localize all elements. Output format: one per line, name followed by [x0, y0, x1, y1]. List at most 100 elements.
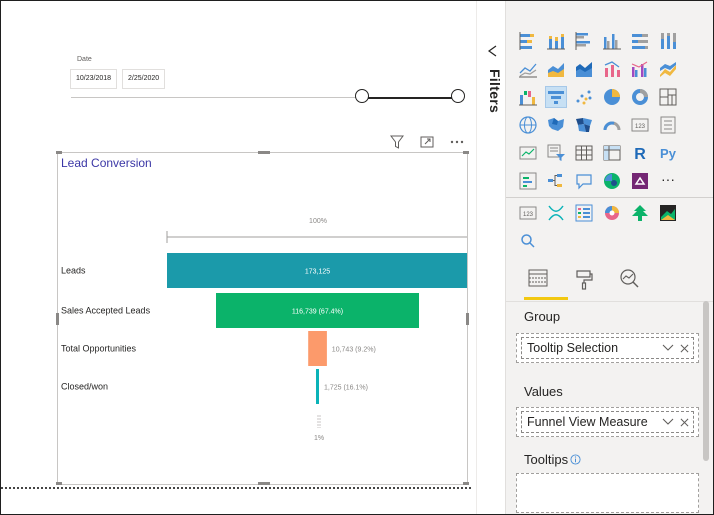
custom-card-icon[interactable]: 123 [518, 203, 538, 223]
100-stacked-bar-icon[interactable] [630, 31, 650, 51]
power-apps-icon[interactable] [630, 171, 650, 191]
custom-layer-icon[interactable] [658, 203, 678, 223]
date-slider-range [362, 97, 459, 99]
custom-network-icon[interactable] [546, 203, 566, 223]
group-well[interactable]: Tooltip Selection [516, 333, 699, 363]
multi-row-card-icon[interactable] [658, 115, 678, 135]
group-field-pill[interactable]: Tooltip Selection [521, 337, 694, 359]
close-icon[interactable] [680, 344, 689, 353]
chevron-left-icon[interactable] [486, 45, 498, 57]
app-window: Date 10/23/2018 2/25/2020 Lead Conversio… [0, 0, 714, 515]
page-boundary-line [1, 487, 471, 489]
resize-handle-bottom-right[interactable] [463, 482, 469, 485]
key-influencers-icon[interactable] [518, 171, 538, 191]
custom-table-icon[interactable] [574, 203, 594, 223]
group-field-name: Tooltip Selection [527, 341, 619, 355]
resize-handle-bottom-left[interactable] [56, 482, 62, 485]
filled-map-icon[interactable] [546, 115, 566, 135]
slicer-icon[interactable] [546, 143, 566, 163]
viz-row [518, 86, 704, 108]
close-icon[interactable] [680, 418, 689, 427]
area-chart-icon[interactable] [546, 59, 566, 79]
fields-tab[interactable] [524, 266, 552, 292]
resize-handle-top-right[interactable] [463, 151, 469, 154]
funnel-icon[interactable] [545, 86, 567, 108]
map-icon[interactable] [518, 115, 538, 135]
line-chart-icon[interactable] [518, 59, 538, 79]
visual-type-gallery: 123 R Py ··· [518, 31, 704, 199]
slider-handle-start[interactable] [355, 89, 369, 103]
matrix-icon[interactable] [602, 143, 622, 163]
waterfall-icon[interactable] [518, 87, 538, 107]
funnel-value-label: 10,743 (9.2%) [332, 347, 376, 354]
funnel-visual[interactable]: Lead Conversion 100% 1% Leads 173,125 Sale… [56, 151, 469, 485]
tooltips-well-label: Tooltips [524, 452, 569, 467]
svg-text:···: ··· [661, 171, 675, 187]
analytics-tab[interactable] [616, 266, 644, 292]
gauge-icon[interactable] [602, 115, 622, 135]
stacked-column-icon[interactable] [546, 31, 566, 51]
resize-handle-bottom[interactable] [258, 482, 270, 485]
report-canvas: Date 10/23/2018 2/25/2020 Lead Conversio… [1, 1, 476, 514]
viz-row [518, 59, 704, 79]
ribbon-chart-icon[interactable] [658, 59, 678, 79]
clustered-bar-icon[interactable] [574, 31, 594, 51]
resize-handle-top[interactable] [258, 151, 270, 154]
tooltips-well[interactable] [516, 473, 699, 513]
filter-icon[interactable] [389, 134, 405, 150]
100-stacked-column-icon[interactable] [658, 31, 678, 51]
arcgis-map-icon[interactable] [602, 171, 622, 191]
funnel-bottom-label: 1% [314, 435, 324, 442]
donut-chart-icon[interactable] [630, 87, 650, 107]
end-date-input[interactable]: 2/25/2020 [122, 69, 166, 89]
decomposition-tree-icon[interactable] [546, 171, 566, 191]
funnel-chart: 100% 1% Leads 173,125 Sales Accepted Leads… [61, 218, 467, 442]
r-visual-icon[interactable]: R [630, 143, 650, 163]
resize-handle-right[interactable] [466, 313, 469, 325]
pane-scrollbar[interactable] [703, 301, 709, 461]
custom-tree-icon[interactable] [630, 203, 650, 223]
svg-text:R: R [634, 146, 646, 163]
qa-icon[interactable] [574, 171, 594, 191]
resize-handle-top-left[interactable] [56, 151, 62, 154]
stacked-area-icon[interactable] [574, 59, 594, 79]
chevron-down-icon[interactable] [662, 417, 674, 427]
scatter-icon[interactable] [574, 87, 594, 107]
analytics-tab-icon [620, 269, 639, 288]
more-visuals-icon[interactable]: ··· [658, 171, 678, 191]
values-well[interactable]: Funnel View Measure [516, 407, 699, 437]
custom-visuals-row: 123 [518, 203, 678, 223]
start-date-input[interactable]: 10/23/2018 [70, 69, 118, 89]
filters-pane-collapsed[interactable]: Filters [476, 1, 506, 514]
funnel-value-label: 116,739 (67.4%) [292, 309, 343, 316]
values-field-pill[interactable]: Funnel View Measure [521, 411, 694, 433]
viz-row: 123 [518, 115, 704, 135]
stacked-bar-icon[interactable] [518, 31, 538, 51]
table-icon[interactable] [574, 143, 594, 163]
format-tab[interactable] [570, 266, 598, 292]
viz-row [518, 31, 704, 51]
line-clustered-column-icon[interactable] [630, 59, 650, 79]
more-options-icon[interactable] [449, 134, 465, 150]
filters-label[interactable]: Filters [487, 69, 503, 113]
custom-donut-icon[interactable] [602, 203, 622, 223]
pie-chart-icon[interactable] [602, 87, 622, 107]
funnel-bar[interactable] [308, 331, 327, 366]
kpi-icon[interactable] [518, 143, 538, 163]
viz-row: R Py [518, 143, 704, 163]
shape-map-icon[interactable] [574, 115, 594, 135]
info-icon[interactable] [570, 454, 581, 465]
svg-text:Py: Py [660, 146, 677, 161]
treemap-icon[interactable] [658, 87, 678, 107]
chevron-down-icon[interactable] [662, 343, 674, 353]
funnel-bar[interactable] [316, 369, 319, 404]
slider-handle-end[interactable] [451, 89, 465, 103]
card-icon[interactable]: 123 [630, 115, 650, 135]
resize-handle-left[interactable] [56, 313, 59, 325]
funnel-value-label: 1,725 (16.1%) [324, 385, 368, 392]
line-column-icon[interactable] [602, 59, 622, 79]
clustered-column-icon[interactable] [602, 31, 622, 51]
python-visual-icon[interactable]: Py [658, 143, 678, 163]
focus-mode-icon[interactable] [419, 134, 435, 150]
search-icon[interactable] [520, 233, 536, 249]
